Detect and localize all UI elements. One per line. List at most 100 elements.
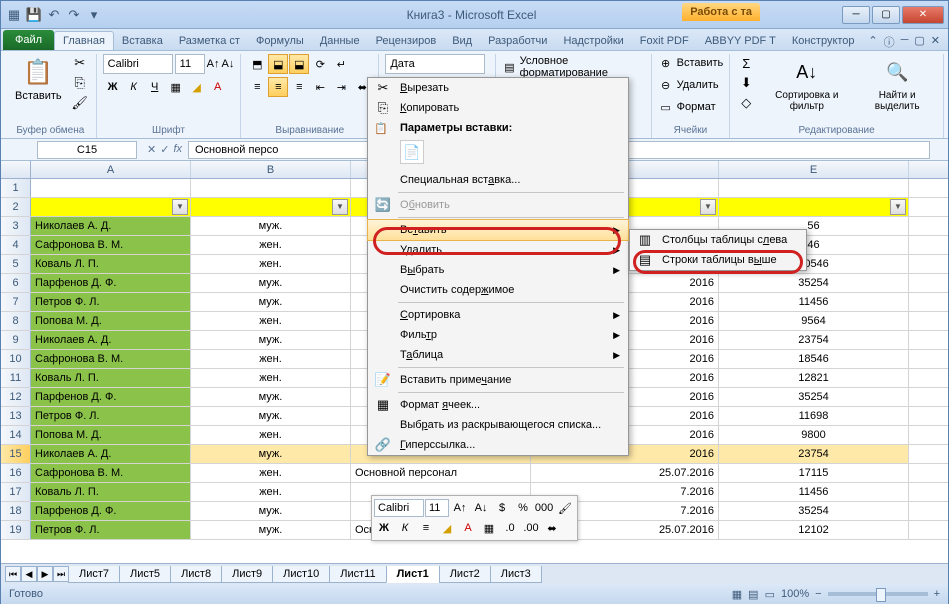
mdi-max-icon[interactable]: ▢ — [914, 34, 924, 50]
cell[interactable]: 17115 — [719, 464, 909, 482]
filter-header[interactable]: Сумма заработной платы, ру — [719, 198, 909, 216]
ctx-select[interactable]: Выбрать▶ — [368, 260, 628, 280]
clear-icon[interactable]: ◇ — [736, 94, 756, 112]
sub-cols-left[interactable]: ▥Столбцы таблицы слева — [630, 230, 806, 250]
save-icon[interactable]: 💾 — [25, 6, 43, 24]
tab-layout[interactable]: Разметка ст — [171, 32, 248, 50]
tab-dev[interactable]: Разработчи — [480, 32, 555, 50]
italic-icon[interactable]: К — [124, 77, 144, 97]
tab-file[interactable]: Файл — [3, 30, 54, 50]
view-normal-icon[interactable]: ▦ — [732, 588, 742, 601]
zoom-slider[interactable] — [828, 592, 928, 596]
cell[interactable]: 9800 — [719, 426, 909, 444]
cell[interactable]: Петров Ф. Л. — [31, 293, 191, 311]
font-name-select[interactable] — [103, 54, 173, 74]
row-header[interactable]: 12 — [1, 388, 31, 406]
cell[interactable]: Петров Ф. Л. — [31, 407, 191, 425]
cell[interactable]: 35254 — [719, 388, 909, 406]
ctx-format-cells[interactable]: ▦Формат ячеек... — [368, 395, 628, 415]
mini-font-name[interactable] — [374, 499, 424, 517]
ctx-insert[interactable]: Вставить▶ — [367, 219, 629, 241]
cell[interactable]: муж. — [191, 388, 351, 406]
mini-color-icon[interactable]: A — [458, 518, 478, 538]
delete-cells[interactable]: ⊖Удалить — [658, 76, 719, 94]
maximize-button[interactable]: ▢ — [872, 6, 900, 24]
row-header[interactable]: 8 — [1, 312, 31, 330]
row-header[interactable]: 3 — [1, 217, 31, 235]
cell[interactable]: жен. — [191, 255, 351, 273]
mdi-min-icon[interactable]: ─ — [901, 34, 909, 50]
select-all-corner[interactable] — [1, 161, 31, 178]
row-header[interactable]: 13 — [1, 407, 31, 425]
fx-icon[interactable]: fx — [173, 143, 182, 156]
tab-design[interactable]: Конструктор — [784, 32, 863, 50]
cell[interactable]: жен. — [191, 426, 351, 444]
prev-sheet-icon[interactable]: ◀ — [21, 566, 37, 582]
align-center-icon[interactable]: ≡ — [268, 77, 288, 97]
cell[interactable]: Петров Ф. Л. — [31, 521, 191, 539]
cut-icon[interactable]: ✂ — [70, 54, 90, 72]
next-sheet-icon[interactable]: ▶ — [37, 566, 53, 582]
contextual-tab[interactable]: Работа с та — [682, 3, 760, 21]
sheet-tab[interactable]: Лист9 — [221, 566, 273, 583]
find-select-button[interactable]: 🔍 Найти и выделить — [857, 54, 937, 114]
sheet-tab[interactable]: Лист7 — [68, 566, 120, 583]
orientation-icon[interactable]: ⟳ — [310, 54, 330, 74]
cell[interactable]: муж. — [191, 274, 351, 292]
ctx-clear[interactable]: Очистить содержимое — [368, 280, 628, 300]
row-header[interactable]: 15 — [1, 445, 31, 463]
cell[interactable]: Сафронова В. М. — [31, 350, 191, 368]
row-header[interactable]: 7 — [1, 293, 31, 311]
mini-shrink-icon[interactable]: A↓ — [471, 498, 491, 518]
cell[interactable]: муж. — [191, 445, 351, 463]
autosum-icon[interactable]: Σ — [736, 54, 756, 72]
qat-more-icon[interactable]: ▾ — [85, 6, 103, 24]
mini-border-icon[interactable]: ▦ — [479, 518, 499, 538]
fill-icon[interactable]: ⬇ — [736, 74, 756, 92]
row-header[interactable]: 4 — [1, 236, 31, 254]
cell[interactable]: 9564 — [719, 312, 909, 330]
sheet-tab[interactable]: Лист5 — [119, 566, 171, 583]
sheet-tab[interactable]: Лист10 — [272, 566, 330, 583]
cell[interactable]: муж. — [191, 521, 351, 539]
cell[interactable]: 12821 — [719, 369, 909, 387]
mini-percent-icon[interactable]: % — [513, 498, 533, 518]
align-middle-icon[interactable]: ⬓ — [268, 54, 288, 74]
cell[interactable]: Парфенов Д. Ф. — [31, 502, 191, 520]
cell[interactable]: муж. — [191, 407, 351, 425]
minimize-ribbon-icon[interactable]: ⌃ — [868, 34, 877, 50]
zoom-in-icon[interactable]: + — [934, 588, 940, 600]
ctx-table[interactable]: Таблица▶ — [368, 345, 628, 365]
insert-cells[interactable]: ⊕Вставить — [658, 54, 724, 72]
cell[interactable]: Парфенов Д. Ф. — [31, 388, 191, 406]
sort-filter-button[interactable]: A↓ Сортировка и фильтр — [760, 54, 853, 114]
mini-italic-icon[interactable]: К — [395, 518, 415, 538]
align-bottom-icon[interactable]: ⬓ — [289, 54, 309, 74]
row-header[interactable]: 2 — [1, 198, 31, 216]
cell[interactable]: Парфенов Д. Ф. — [31, 274, 191, 292]
col-header-e[interactable]: E — [719, 161, 909, 178]
row-header[interactable]: 17 — [1, 483, 31, 501]
cell[interactable]: Николаев А. Д. — [31, 331, 191, 349]
wrap-text-icon[interactable]: ↵ — [331, 54, 351, 74]
grow-font-icon[interactable]: A↑ — [207, 58, 220, 70]
tab-insert[interactable]: Вставка — [114, 32, 171, 50]
cell[interactable]: муж. — [191, 293, 351, 311]
row-header[interactable]: 16 — [1, 464, 31, 482]
indent-inc-icon[interactable]: ⇥ — [331, 77, 351, 97]
enter-formula-icon[interactable]: ✓ — [160, 143, 169, 156]
minimize-button[interactable]: ─ — [842, 6, 870, 24]
mini-painter-icon[interactable]: 🖌 — [555, 498, 575, 518]
row-header[interactable]: 1 — [1, 179, 31, 197]
cell[interactable]: 18546 — [719, 350, 909, 368]
undo-icon[interactable]: ↶ — [45, 6, 63, 24]
sub-rows-above[interactable]: ▤Строки таблицы выше — [630, 250, 806, 270]
first-sheet-icon[interactable]: ⏮ — [5, 566, 21, 582]
row-header[interactable]: 19 — [1, 521, 31, 539]
border-icon[interactable]: ▦ — [166, 77, 186, 97]
cell[interactable]: 12102 — [719, 521, 909, 539]
cell[interactable]: 11698 — [719, 407, 909, 425]
ctx-hyperlink[interactable]: 🔗Гиперссылка... — [368, 435, 628, 455]
mini-grow-icon[interactable]: A↑ — [450, 498, 470, 518]
cell[interactable]: жен. — [191, 369, 351, 387]
